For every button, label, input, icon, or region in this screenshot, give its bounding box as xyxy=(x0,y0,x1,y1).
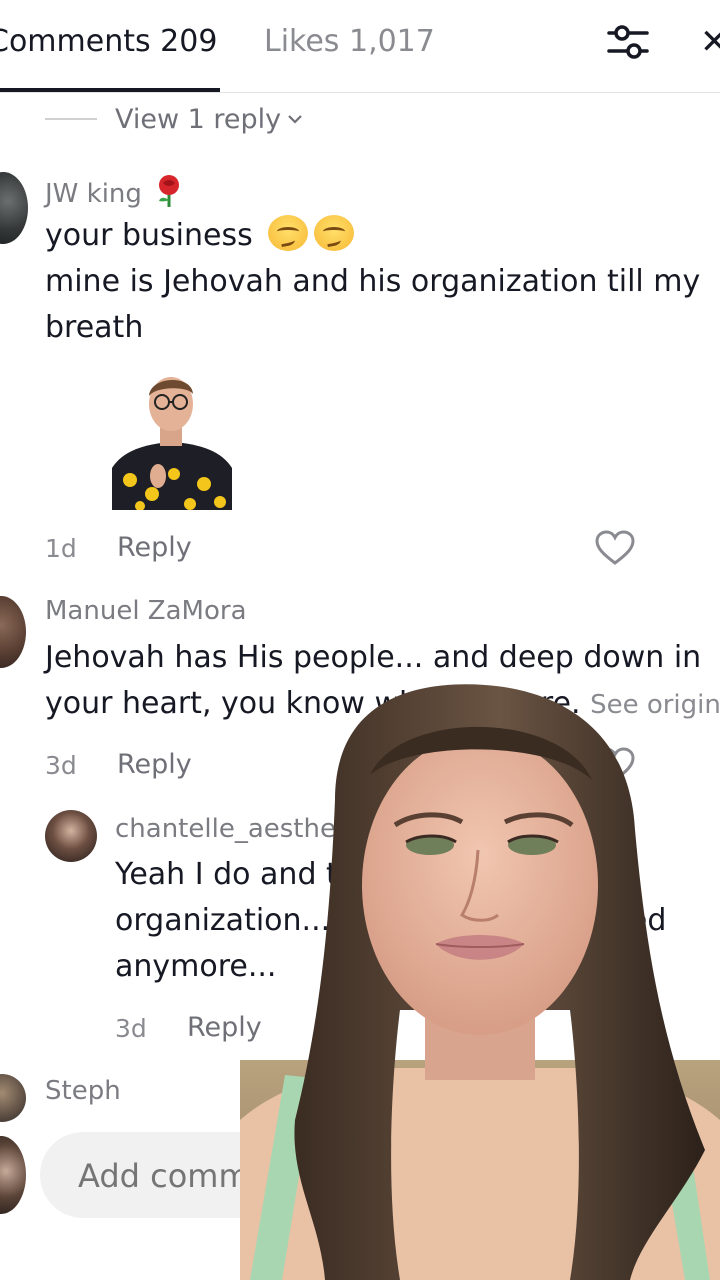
comment-timestamp: 3d xyxy=(45,751,77,780)
close-icon[interactable]: ✕ xyxy=(700,20,720,64)
tab-likes[interactable]: Likes 1,017 xyxy=(264,24,435,59)
presenter-video-overlay xyxy=(240,684,720,1280)
view-replies-label: View 1 reply xyxy=(115,103,282,135)
my-avatar xyxy=(0,1136,26,1214)
view-replies-button[interactable]: View 1 reply xyxy=(45,102,303,136)
avatar[interactable] xyxy=(0,596,26,668)
rose-emoji-icon xyxy=(159,175,180,207)
comment-timestamp: 3d xyxy=(115,1014,147,1043)
comment-text: breath xyxy=(45,310,144,345)
comment-text: your business xyxy=(45,213,355,259)
avatar[interactable] xyxy=(45,810,97,862)
divider-line xyxy=(45,118,97,120)
comment-username[interactable]: Manuel ZaMora xyxy=(45,596,247,626)
tab-comments[interactable]: Comments 209 xyxy=(0,24,217,59)
avatar[interactable] xyxy=(0,1074,26,1122)
comment-text: mine is Jehovah and his organization til… xyxy=(45,264,701,299)
reply-button[interactable]: Reply xyxy=(117,532,192,563)
active-tab-indicator xyxy=(0,88,220,92)
smirk-emoji-icon xyxy=(314,215,355,251)
smirk-emoji-icon xyxy=(268,215,309,251)
comment-username[interactable]: JW king xyxy=(45,174,184,209)
comment-sticker-image[interactable] xyxy=(112,368,232,510)
chevron-down-icon xyxy=(288,115,302,124)
heart-outline-icon[interactable] xyxy=(595,530,635,566)
sliders-icon[interactable] xyxy=(606,22,650,62)
reply-button[interactable]: Reply xyxy=(117,749,192,780)
comment-text: Jehovah has His people... and deep down … xyxy=(45,640,702,675)
comment-username[interactable]: Steph xyxy=(45,1076,121,1106)
comments-header: Comments 209 Likes 1,017 ✕ xyxy=(0,0,720,93)
avatar[interactable] xyxy=(0,172,28,244)
comment-timestamp: 1d xyxy=(45,534,77,563)
